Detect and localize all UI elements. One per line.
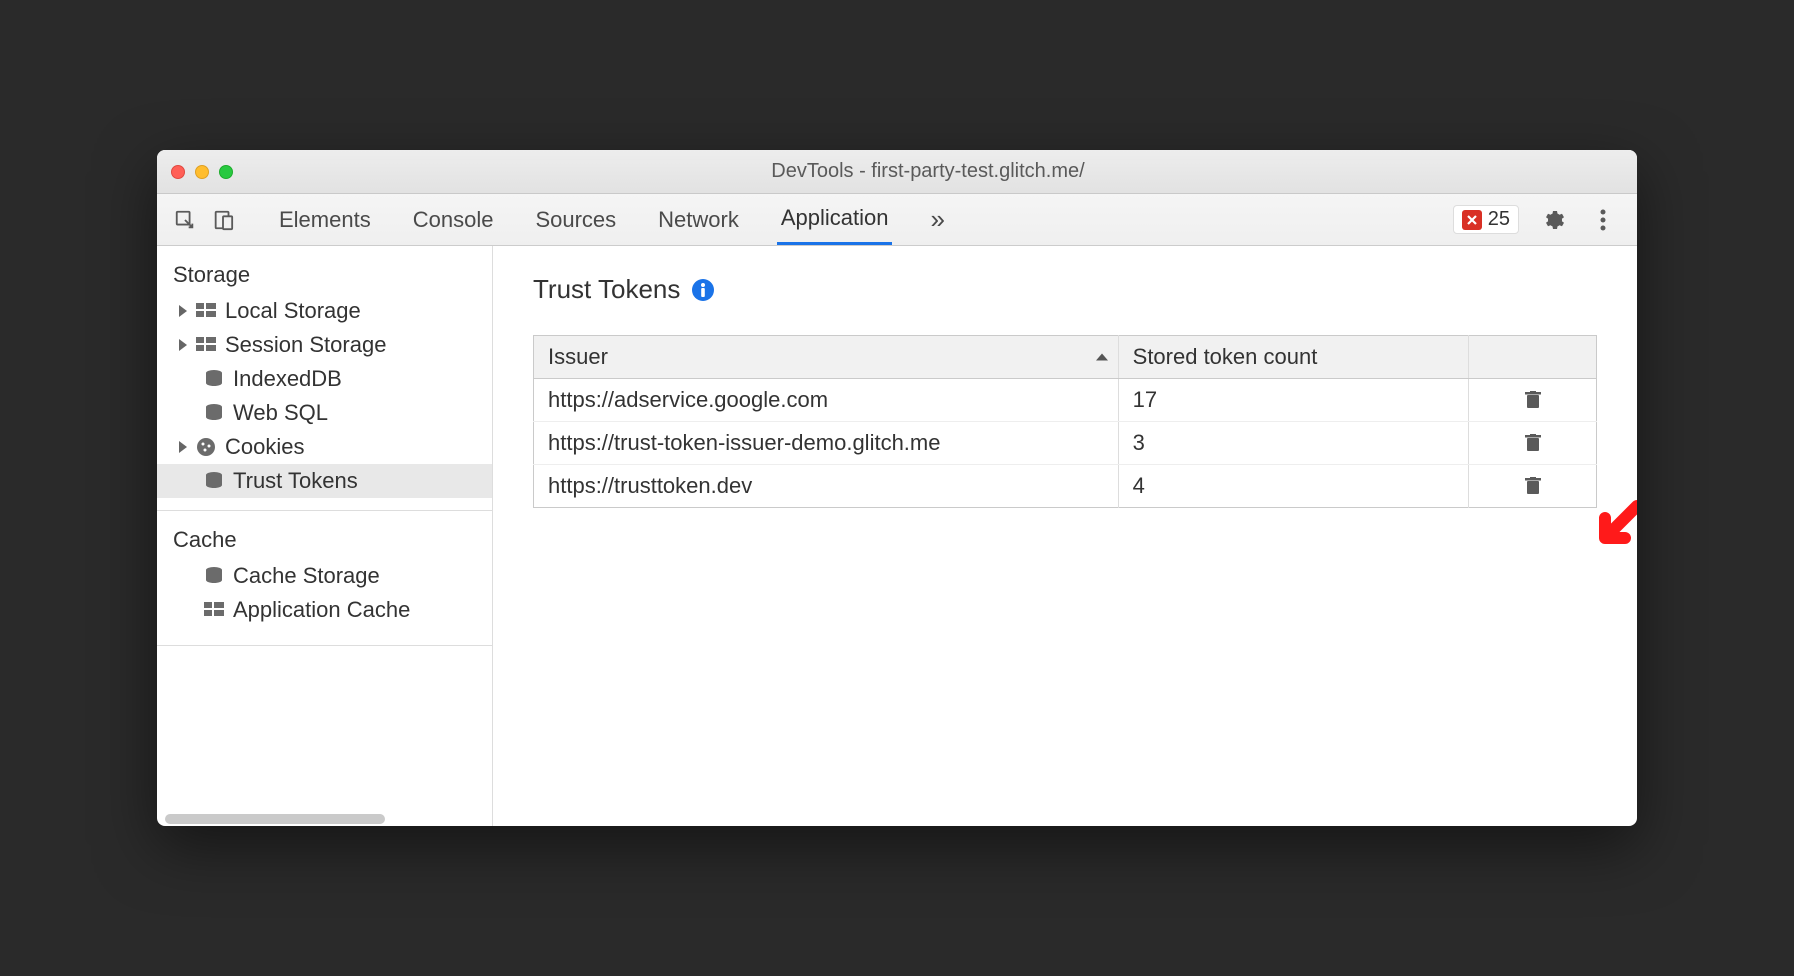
table-row[interactable]: https://trusttoken.dev 4 xyxy=(534,465,1597,508)
zoom-window-button[interactable] xyxy=(219,165,233,179)
panel-body: Storage Local Storage Session Storage In… xyxy=(157,246,1637,826)
delete-button[interactable] xyxy=(1483,391,1582,409)
settings-icon[interactable] xyxy=(1537,204,1569,236)
window-title: DevTools - first-party-test.glitch.me/ xyxy=(233,160,1623,183)
sidebar-item-application-cache[interactable]: Application Cache xyxy=(157,593,492,627)
delete-button[interactable] xyxy=(1483,434,1582,452)
grid-icon xyxy=(195,334,217,356)
sidebar-item-local-storage[interactable]: Local Storage xyxy=(157,294,492,328)
grid-icon xyxy=(203,599,225,621)
delete-button[interactable] xyxy=(1483,477,1582,495)
sidebar-item-label: Local Storage xyxy=(225,298,361,324)
cell-count: 4 xyxy=(1118,465,1469,508)
cookie-icon xyxy=(195,436,217,458)
tab-elements[interactable]: Elements xyxy=(275,194,375,245)
database-icon xyxy=(203,368,225,390)
tabbar-right: 25 xyxy=(1453,204,1625,236)
sidebar-section-cache: Cache xyxy=(157,511,492,559)
minimize-window-button[interactable] xyxy=(195,165,209,179)
column-header-issuer[interactable]: Issuer xyxy=(534,336,1119,379)
trust-tokens-table: Issuer Stored token count https://adserv… xyxy=(533,335,1597,508)
cell-issuer: https://trusttoken.dev xyxy=(534,465,1119,508)
panel-heading-text: Trust Tokens xyxy=(533,274,680,305)
sidebar-section-storage: Storage xyxy=(157,246,492,294)
sidebar-item-label: Web SQL xyxy=(233,400,328,426)
sidebar-item-websql[interactable]: Web SQL xyxy=(157,396,492,430)
sidebar-item-label: Trust Tokens xyxy=(233,468,358,494)
cell-issuer: https://trust-token-issuer-demo.glitch.m… xyxy=(534,422,1119,465)
chevron-right-icon xyxy=(179,305,187,317)
error-count: 25 xyxy=(1488,208,1510,231)
titlebar: DevTools - first-party-test.glitch.me/ xyxy=(157,150,1637,194)
horizontal-scrollbar[interactable] xyxy=(165,814,385,824)
annotation-arrow-icon xyxy=(1587,496,1637,561)
sidebar-item-cookies[interactable]: Cookies xyxy=(157,430,492,464)
table-row[interactable]: https://adservice.google.com 17 xyxy=(534,379,1597,422)
device-toolbar-icon[interactable] xyxy=(207,204,239,236)
sidebar-item-session-storage[interactable]: Session Storage xyxy=(157,328,492,362)
tab-sources[interactable]: Sources xyxy=(531,194,620,245)
grid-icon xyxy=(195,300,217,322)
sidebar-item-label: IndexedDB xyxy=(233,366,342,392)
main-panel: Trust Tokens Issuer Stored token count xyxy=(493,246,1637,826)
trash-icon xyxy=(1525,434,1541,452)
trash-icon xyxy=(1525,477,1541,495)
devtools-tabbar: Elements Console Sources Network Applica… xyxy=(157,194,1637,246)
chevron-right-icon xyxy=(179,339,187,351)
sidebar-item-cache-storage[interactable]: Cache Storage xyxy=(157,559,492,593)
tab-network[interactable]: Network xyxy=(654,194,743,245)
tab-console[interactable]: Console xyxy=(409,194,498,245)
panel-tabs: Elements Console Sources Network Applica… xyxy=(275,194,1447,245)
info-icon[interactable] xyxy=(692,279,714,301)
cell-issuer: https://adservice.google.com xyxy=(534,379,1119,422)
database-icon xyxy=(203,565,225,587)
cell-count: 3 xyxy=(1118,422,1469,465)
application-sidebar[interactable]: Storage Local Storage Session Storage In… xyxy=(157,246,493,826)
close-window-button[interactable] xyxy=(171,165,185,179)
cell-count: 17 xyxy=(1118,379,1469,422)
error-icon xyxy=(1462,210,1482,230)
tab-overflow[interactable]: » xyxy=(926,194,948,245)
sidebar-item-label: Cache Storage xyxy=(233,563,380,589)
sidebar-item-label: Session Storage xyxy=(225,332,386,358)
error-badge[interactable]: 25 xyxy=(1453,205,1519,234)
traffic-lights xyxy=(171,165,233,179)
sidebar-item-indexeddb[interactable]: IndexedDB xyxy=(157,362,492,396)
sidebar-item-trust-tokens[interactable]: Trust Tokens xyxy=(157,464,492,498)
tab-application[interactable]: Application xyxy=(777,194,893,245)
database-icon xyxy=(203,470,225,492)
trash-icon xyxy=(1525,391,1541,409)
devtools-window: DevTools - first-party-test.glitch.me/ E… xyxy=(157,150,1637,826)
sidebar-item-label: Cookies xyxy=(225,434,304,460)
panel-heading: Trust Tokens xyxy=(533,274,1597,305)
sort-ascending-icon xyxy=(1096,354,1108,361)
inspect-element-icon[interactable] xyxy=(169,204,201,236)
column-header-delete xyxy=(1469,336,1597,379)
chevron-right-icon xyxy=(179,441,187,453)
column-header-count[interactable]: Stored token count xyxy=(1118,336,1469,379)
database-icon xyxy=(203,402,225,424)
sidebar-divider xyxy=(157,645,492,646)
more-menu-icon[interactable] xyxy=(1587,204,1619,236)
sidebar-item-label: Application Cache xyxy=(233,597,410,623)
table-row[interactable]: https://trust-token-issuer-demo.glitch.m… xyxy=(534,422,1597,465)
